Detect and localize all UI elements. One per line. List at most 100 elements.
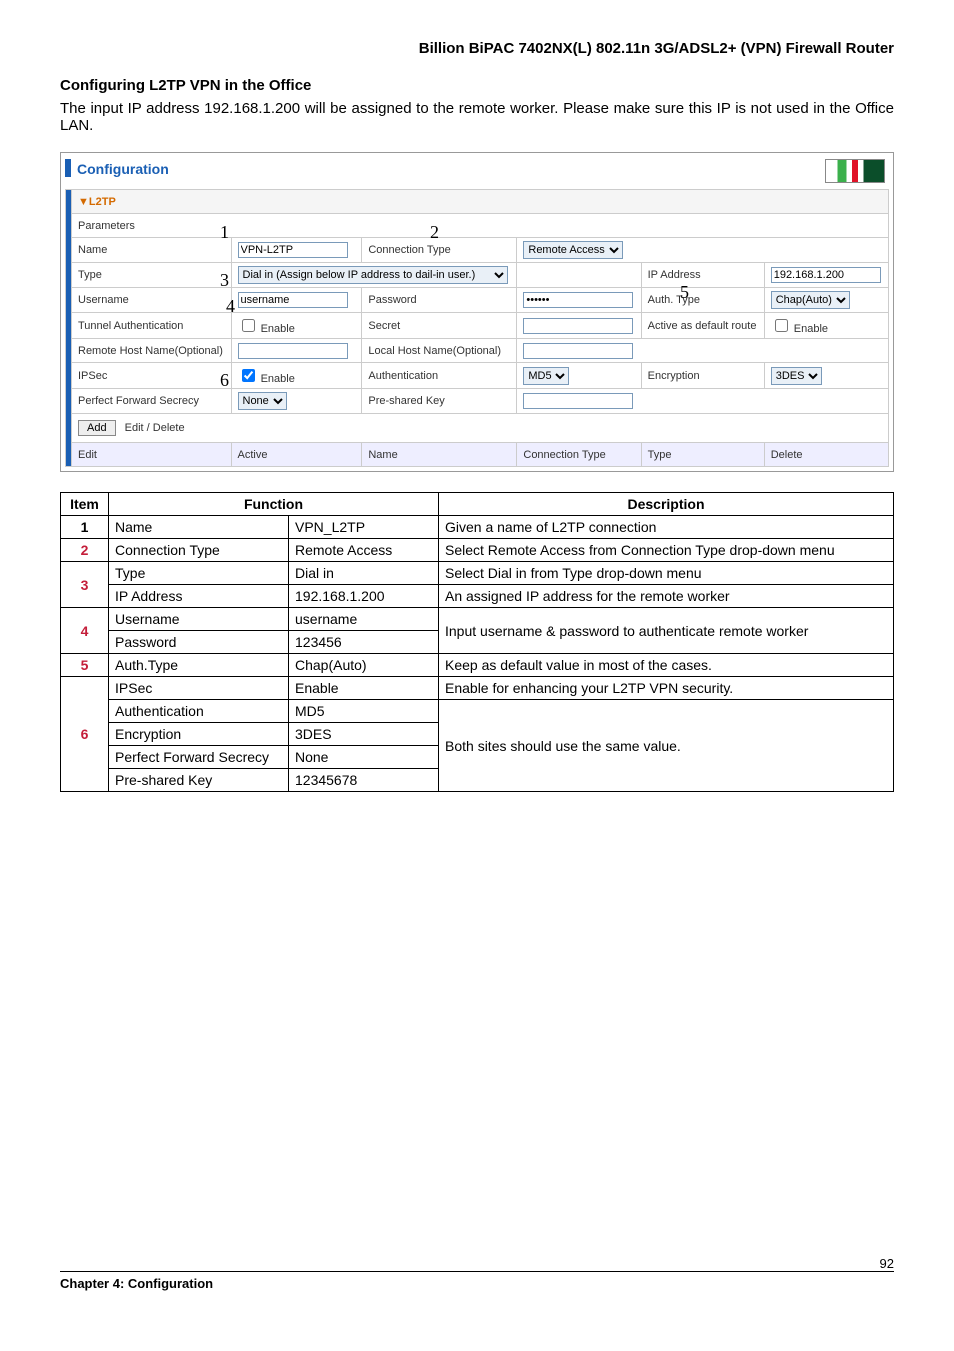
authtype-label: Auth. Type <box>641 288 764 313</box>
dt-func-5: Auth.Type <box>109 654 289 677</box>
secret-input[interactable] <box>523 318 633 334</box>
conn-type-label: Connection Type <box>362 238 517 263</box>
psk-label: Pre-shared Key <box>362 389 517 414</box>
authtype-select[interactable]: Chap(Auto) <box>771 291 850 309</box>
dt-val-2: Remote Access <box>289 539 439 562</box>
tunnel-auth-check-label: Enable <box>261 323 295 335</box>
tunnel-auth-label: Tunnel Authentication <box>72 313 232 339</box>
dt-num-6: 6 <box>61 677 109 792</box>
grid-h-delete: Delete <box>764 443 888 467</box>
dt-desc-5: Keep as default value in most of the cas… <box>439 654 894 677</box>
dt-val-4a: username <box>289 608 439 631</box>
dt-func-6c: Encryption <box>109 723 289 746</box>
password-input[interactable] <box>523 292 633 308</box>
remote-host-input[interactable] <box>238 343 348 359</box>
dt-val-6b: MD5 <box>289 700 439 723</box>
active-default-label: Active as default route <box>641 313 764 339</box>
dt-val-3a: Dial in <box>289 562 439 585</box>
dt-desc-3a: Select Dial in from Type drop-down menu <box>439 562 894 585</box>
config-form-table: ▼L2TP Parameters Name Connection Type Re… <box>65 189 889 467</box>
accent-bar <box>65 159 71 177</box>
dt-func-6e: Pre-shared Key <box>109 769 289 792</box>
remote-host-label: Remote Host Name(Optional) <box>72 339 232 363</box>
dt-val-1: VPN_L2TP <box>289 516 439 539</box>
dt-desc-4: Input username & password to authenticat… <box>439 608 894 654</box>
dt-num-5: 5 <box>61 654 109 677</box>
local-host-label: Local Host Name(Optional) <box>362 339 517 363</box>
dt-h-item: Item <box>61 493 109 516</box>
dt-desc-2: Select Remote Access from Connection Typ… <box>439 539 894 562</box>
dt-val-3b: 192.168.1.200 <box>289 585 439 608</box>
footer: Chapter 4: Configuration <box>60 1271 894 1291</box>
dt-val-5: Chap(Auto) <box>289 654 439 677</box>
grid-h-conn: Connection Type <box>517 443 641 467</box>
dt-val-6a: Enable <box>289 677 439 700</box>
password-label: Password <box>362 288 517 313</box>
parameters-label: Parameters <box>72 214 889 238</box>
intro-paragraph: The input IP address 192.168.1.200 will … <box>60 100 894 134</box>
dt-num-2: 2 <box>61 539 109 562</box>
dt-func-4a: Username <box>109 608 289 631</box>
group-l2tp[interactable]: ▼L2TP <box>72 190 889 214</box>
dt-num-1: 1 <box>61 516 109 539</box>
grid-h-name: Name <box>362 443 517 467</box>
config-panel: Configuration ▼L2TP Parameters Name Conn… <box>60 152 894 472</box>
grid-h-active: Active <box>231 443 362 467</box>
secret-label: Secret <box>362 313 517 339</box>
name-input[interactable] <box>238 242 348 258</box>
username-label: Username <box>72 288 232 313</box>
ip-input[interactable] <box>771 267 881 283</box>
config-title: Configuration <box>77 159 169 177</box>
dt-func-4b: Password <box>109 631 289 654</box>
authn-select[interactable]: MD5 <box>523 367 569 385</box>
pfs-select[interactable]: None <box>238 392 287 410</box>
name-label: Name <box>72 238 232 263</box>
dt-func-3b: IP Address <box>109 585 289 608</box>
grid-h-type: Type <box>641 443 764 467</box>
ipsec-label: IPSec <box>72 363 232 389</box>
dt-func-6a: IPSec <box>109 677 289 700</box>
dt-func-2: Connection Type <box>109 539 289 562</box>
page-number: 92 <box>880 1256 894 1271</box>
dt-desc-6b: Both sites should use the same value. <box>439 700 894 792</box>
dt-desc-3b: An assigned IP address for the remote wo… <box>439 585 894 608</box>
dt-val-6e: 12345678 <box>289 769 439 792</box>
dt-val-6c: 3DES <box>289 723 439 746</box>
dt-desc-6a: Enable for enhancing your L2TP VPN secur… <box>439 677 894 700</box>
dt-num-4: 4 <box>61 608 109 654</box>
dt-val-4b: 123456 <box>289 631 439 654</box>
active-default-checkbox[interactable] <box>775 319 788 332</box>
flag-icon <box>825 159 885 183</box>
dt-func-6b: Authentication <box>109 700 289 723</box>
page-title: Billion BiPAC 7402NX(L) 802.11n 3G/ADSL2… <box>60 40 894 57</box>
section-heading: Configuring L2TP VPN in the Office <box>60 77 894 94</box>
description-table: Item Function Description 1 Name VPN_L2T… <box>60 492 894 792</box>
footer-chapter: Chapter 4: Configuration <box>60 1276 213 1291</box>
ipsec-check-label: Enable <box>261 373 295 385</box>
dt-desc-1: Given a name of L2TP connection <box>439 516 894 539</box>
psk-input[interactable] <box>523 393 633 409</box>
authn-label: Authentication <box>362 363 517 389</box>
dt-h-func: Function <box>109 493 439 516</box>
type-label: Type <box>72 263 232 288</box>
dt-num-3: 3 <box>61 562 109 608</box>
conn-type-select[interactable]: Remote Access <box>523 241 623 259</box>
add-button[interactable]: Add <box>78 420 116 436</box>
ipsec-checkbox[interactable] <box>242 369 255 382</box>
dt-h-desc: Description <box>439 493 894 516</box>
dt-func-3a: Type <box>109 562 289 585</box>
dt-val-6d: None <box>289 746 439 769</box>
ip-label: IP Address <box>641 263 764 288</box>
username-input[interactable] <box>238 292 348 308</box>
tunnel-auth-checkbox[interactable] <box>242 319 255 332</box>
type-select[interactable]: Dial in (Assign below IP address to dail… <box>238 266 508 284</box>
dt-func-6d: Perfect Forward Secrecy <box>109 746 289 769</box>
pfs-label: Perfect Forward Secrecy <box>72 389 232 414</box>
encryption-label: Encryption <box>641 363 764 389</box>
edit-delete-label: Edit / Delete <box>125 422 185 434</box>
local-host-input[interactable] <box>523 343 633 359</box>
dt-func-1: Name <box>109 516 289 539</box>
grid-h-edit: Edit <box>72 443 232 467</box>
active-default-check-label: Enable <box>794 323 828 335</box>
encryption-select[interactable]: 3DES <box>771 367 822 385</box>
